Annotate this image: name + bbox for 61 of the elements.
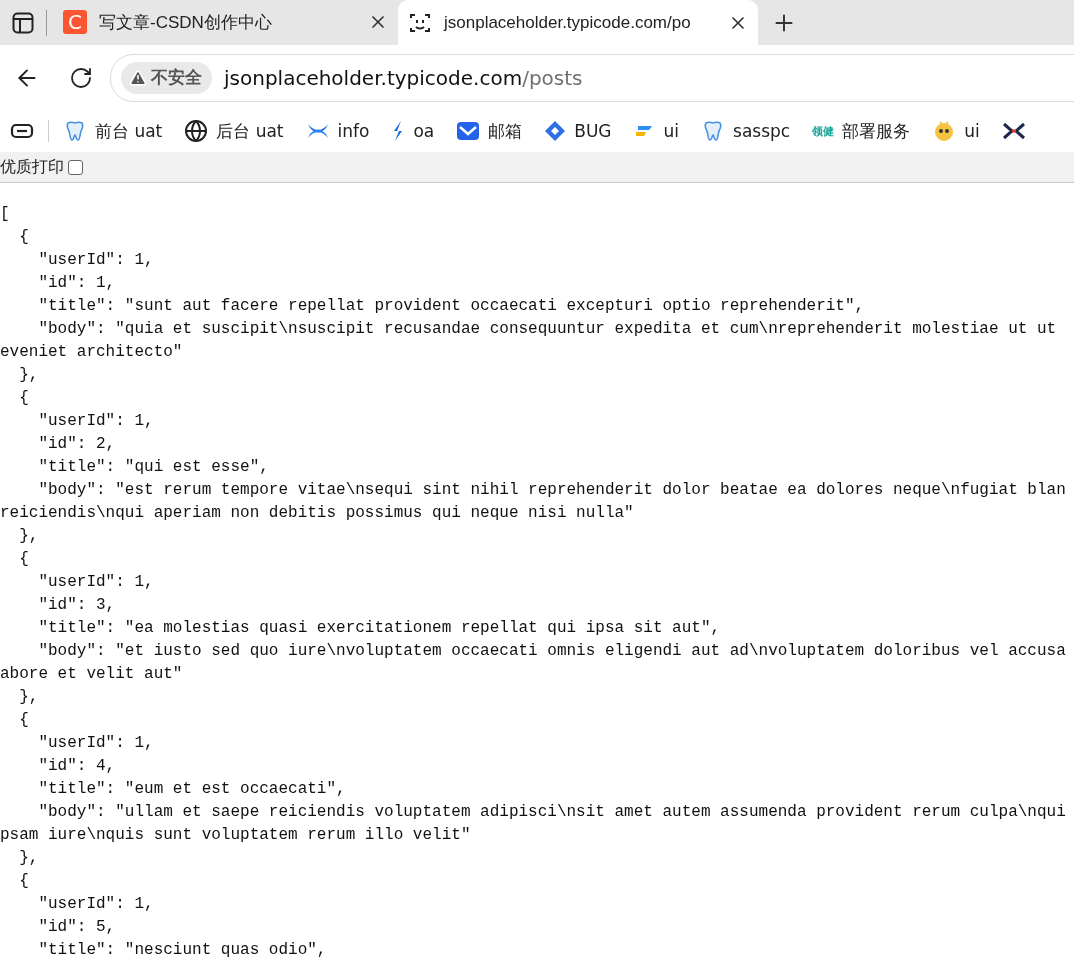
json-line: "title": "nesciunt quas odio", (37, 940, 328, 961)
bookmark-item[interactable]: BUG (544, 120, 612, 142)
json-line: { (18, 710, 30, 731)
logo-icon: C (63, 10, 87, 34)
json-line: "userId": 1, (37, 894, 155, 915)
json-line: "id": 2, (37, 434, 117, 455)
json-line: eveniet architecto" (0, 342, 184, 363)
bookmark-item[interactable]: ui (633, 120, 680, 142)
security-badge[interactable]: 不安全 (121, 61, 212, 94)
json-line: "title": "sunt aut facere repellat provident occaecati excepturi optio reprehenderit", (37, 296, 866, 317)
json-line: "title": "qui est esse", (37, 457, 270, 478)
json-line: "userId": 1, (37, 733, 155, 754)
reload-icon (69, 65, 93, 90)
json-line: psam iure\nquis sunt voluptatem rerum illo velit" (0, 825, 472, 846)
sidebar-icon[interactable] (12, 11, 34, 34)
json-line: reiciendis\nqui aperiam non debitis possimus qui neque nisi nulla" (0, 503, 635, 524)
mail-icon (456, 119, 481, 143)
json-line: "id": 3, (37, 595, 117, 616)
json-line: "body": "quia et suscipit\nsuscipit recusandae consequuntur expedita et cum\nreprehenderit molestiae ut ut (37, 319, 1058, 340)
url-text: jsonplaceholder.typicode.com/posts (224, 65, 583, 90)
bookmark-item[interactable]: 后台 uat (184, 119, 284, 143)
print-label: 优质打印 (0, 156, 64, 178)
json-line: }, (18, 848, 40, 869)
tab-title: 写文章-CSDN创作中心 (99, 11, 273, 34)
json-line: "body": "ullam et saepe reiciendis voluptatem adipisci\nsit amet autem assumenda provident rerum culpa\nqui (37, 802, 1067, 823)
json-line: }, (18, 365, 40, 386)
bookmark-item[interactable]: ui (932, 119, 980, 143)
bookmark-icon[interactable] (1001, 120, 1026, 142)
browser-tab[interactable]: jsonplaceholder.typicode.com/po (398, 0, 758, 45)
json-line: "title": "ea molestias quasi exercitationem repellat qui ipsa sit aut", (37, 618, 722, 639)
tab-title: jsonplaceholder.typicode.com/po (444, 12, 692, 33)
logo-text: 领健 (812, 123, 835, 139)
json-line: [ (0, 204, 11, 225)
json-line: "id": 1, (37, 273, 117, 294)
bookmark-item[interactable]: 领健 部署服务 (812, 119, 911, 143)
address-bar[interactable]: 不安全 jsonplaceholder.typicode.com/posts (110, 53, 1074, 102)
tab-actions-icon[interactable] (10, 122, 34, 140)
json-line: "userId": 1, (37, 250, 155, 271)
bookmark-item[interactable]: oa (391, 119, 435, 143)
bookmark-item[interactable]: 前台 uat (63, 119, 163, 143)
globe-icon (184, 119, 209, 143)
json-line: abore et velit aut" (0, 664, 184, 685)
json-line: "body": "est rerum tempore vitae\nsequi sint nihil reprehenderit dolor beatae ea dolores neque\nfugiat blan (37, 480, 1067, 501)
print-checkbox[interactable] (68, 159, 83, 175)
json-line: "id": 4, (37, 756, 117, 777)
json-line: { (18, 549, 30, 570)
json-line: "title": "eum et est occaecati", (37, 779, 347, 800)
bookmark-item[interactable]: 邮箱 (456, 119, 523, 143)
json-line: }, (18, 526, 40, 547)
browser-tab[interactable]: C 写文章-CSDN创作中心 (53, 2, 398, 42)
json-line: "body": "et iusto sed quo iure\nvoluptatem occaecati omnis eligendi aut ad\nvoluptatem doloribus vel accusa (37, 641, 1067, 662)
json-line: "userId": 1, (37, 411, 155, 432)
json-line: }, (18, 687, 40, 708)
bookmark-item[interactable]: sasspc (701, 119, 791, 143)
json-line: { (18, 388, 30, 409)
diamond-icon (544, 120, 567, 142)
json-line: { (18, 871, 30, 892)
json-line: { (18, 227, 30, 248)
json-line: "id": 5, (37, 917, 117, 938)
json-line: "userId": 1, (37, 572, 155, 593)
bookmark-item[interactable]: info (305, 119, 370, 143)
